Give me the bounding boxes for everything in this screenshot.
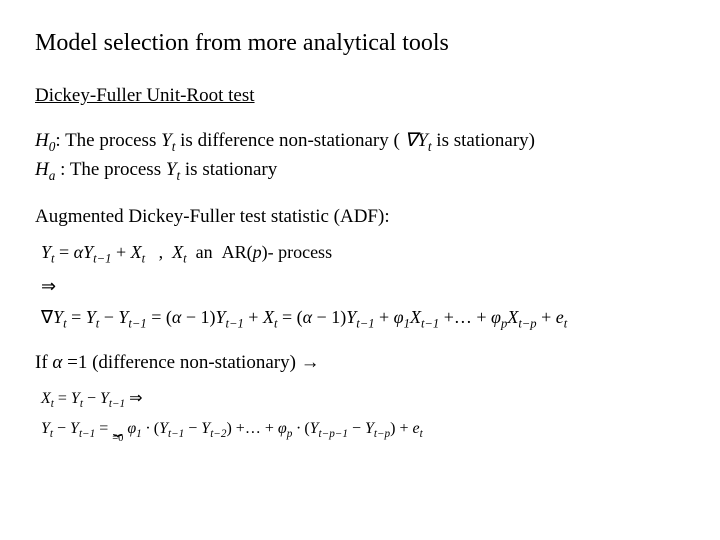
h0-text-3: is stationary) (432, 130, 535, 151)
ha-symbol: Ha (35, 159, 55, 180)
alpha-symbol: α (52, 352, 62, 373)
h0-symbol: H0 (35, 130, 55, 151)
equation-2: ∇Yt = Yt − Yt−1 = (α − 1)Yt−1 + Xt = (α … (41, 307, 685, 332)
underbrace: ⏟ =0 (112, 420, 123, 444)
hypothesis-ha: Ha : The process Yt is stationary (35, 159, 685, 184)
page-title: Model selection from more analytical too… (35, 30, 685, 57)
equation-3: Xt = Yt − Yt−1 ⇒ (41, 388, 685, 410)
yt-symbol-2: Yt (417, 130, 431, 151)
ha-text-1: : The process (55, 159, 165, 180)
if-alpha-line: If α =1 (difference non-stationary) → (35, 352, 685, 374)
h0-text-2: is difference non-stationary ( (175, 130, 404, 151)
equation-block-1: Yt = αYt−1 + Xt , Xt an AR(p)- process ⇒… (41, 242, 685, 332)
arrow-icon: → (301, 352, 320, 373)
h0-text-1: : The process (55, 130, 161, 151)
if-text: If (35, 352, 52, 373)
equation-1: Yt = αYt−1 + Xt , Xt an AR(p)- process (41, 242, 685, 267)
yt-symbol-3: Yt (166, 159, 180, 180)
yt-symbol: Yt (161, 130, 175, 151)
if-alpha-rest: =1 (difference non-stationary) (62, 352, 300, 373)
implies-1: ⇒ (41, 276, 685, 297)
nabla-icon: ∇ (405, 130, 418, 151)
equation-block-2: Xt = Yt − Yt−1 ⇒ Yt − Yt−1 = ⏟ =0 φ1 · (… (41, 388, 685, 445)
ha-text-2: is stationary (180, 159, 277, 180)
adf-label: Augmented Dickey-Fuller test statistic (… (35, 206, 685, 228)
equation-4: Yt − Yt−1 = ⏟ =0 φ1 · (Yt−1 − Yt−2) +… +… (41, 420, 685, 444)
section-heading: Dickey-Fuller Unit-Root test (35, 85, 685, 107)
hypothesis-h0: H0: The process Yt is difference non-sta… (35, 129, 685, 155)
